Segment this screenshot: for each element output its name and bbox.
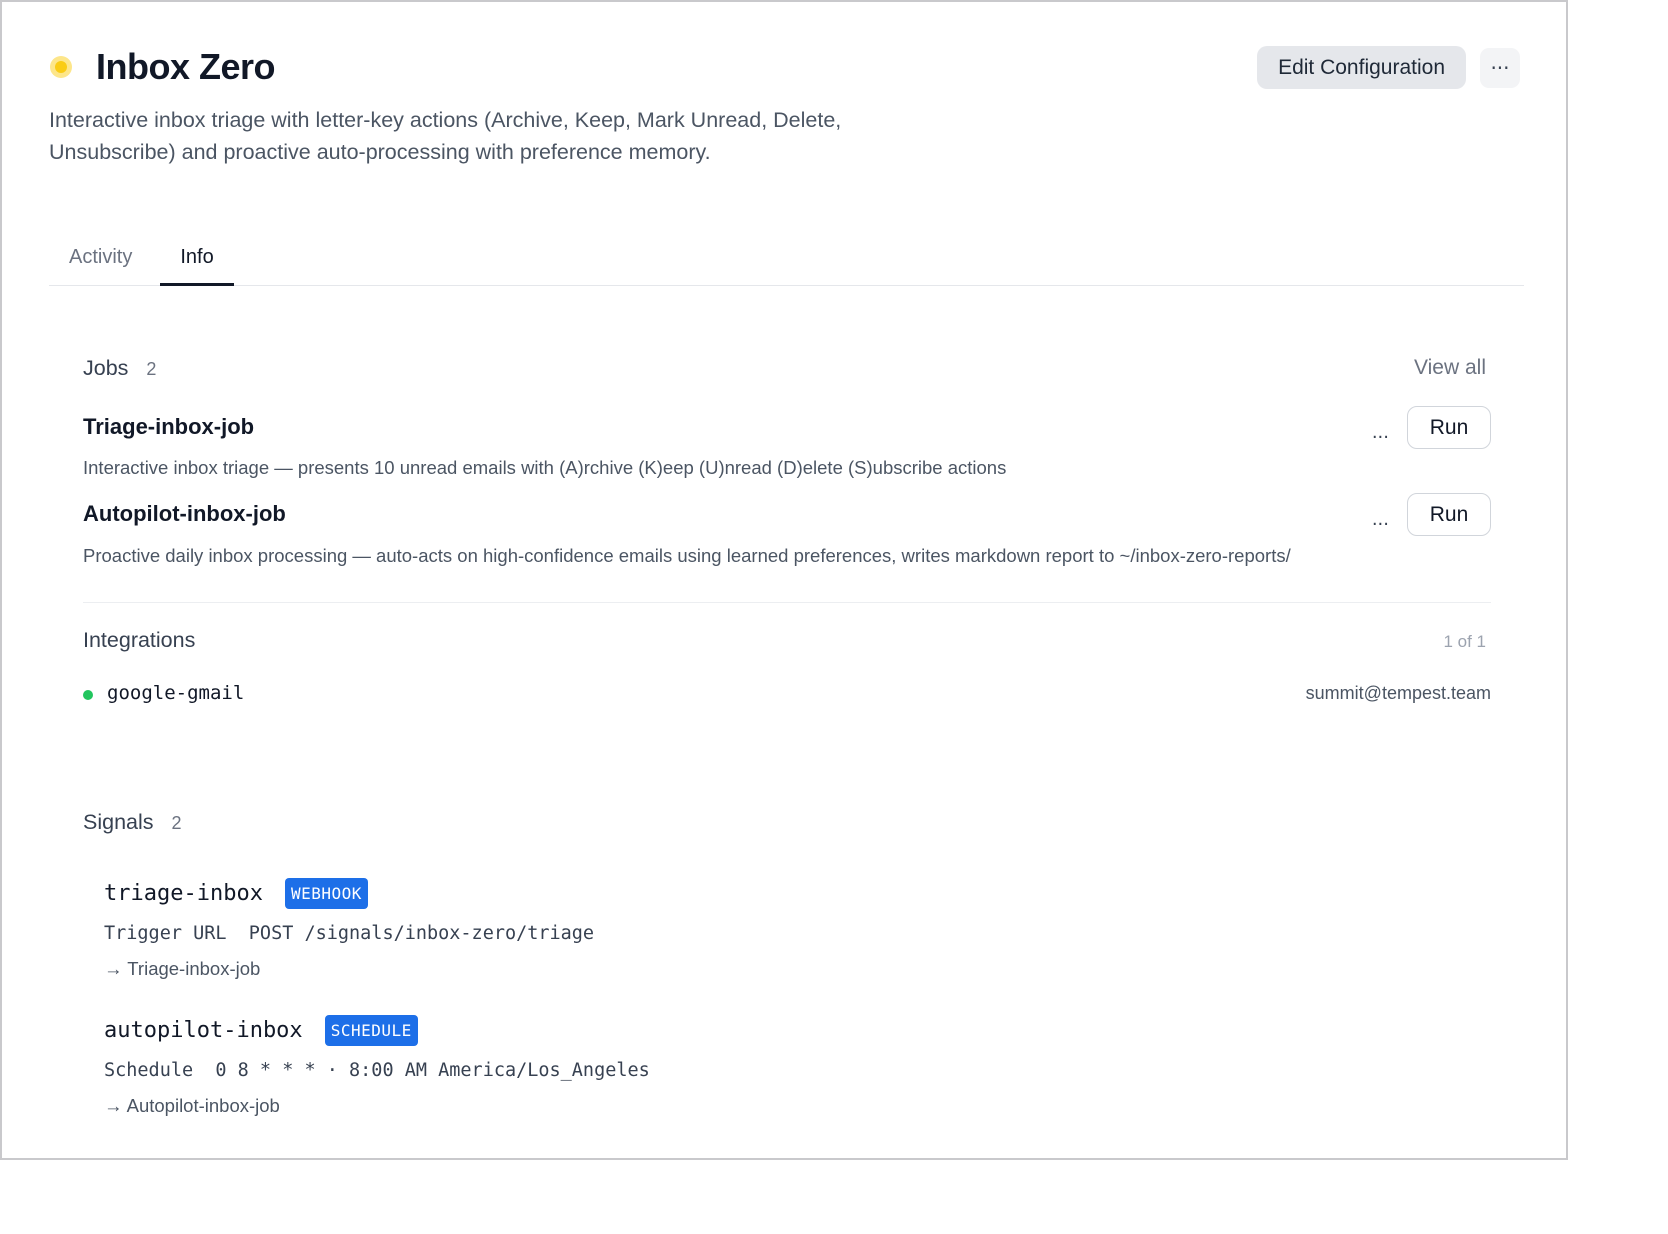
signal-item: triage-inbox WEBHOOK Trigger URL POST /s… bbox=[104, 878, 594, 980]
signal-type-badge: SCHEDULE bbox=[324, 1015, 418, 1046]
status-indicator-icon bbox=[50, 56, 72, 78]
tab-info[interactable]: Info bbox=[160, 234, 234, 286]
integration-account: summit@tempest.team bbox=[1305, 683, 1491, 703]
edit-configuration-button[interactable]: Edit Configuration bbox=[1257, 46, 1466, 89]
job-description: Interactive inbox triage — presents 10 u… bbox=[83, 457, 1007, 478]
integrations-section-header: Integrations bbox=[83, 628, 195, 653]
signal-name: triage-inbox bbox=[104, 881, 263, 906]
run-job-button[interactable]: Run bbox=[1407, 406, 1491, 449]
signal-name: autopilot-inbox bbox=[104, 1018, 303, 1043]
agent-header: Inbox Zero bbox=[50, 46, 276, 88]
integrations-pager: 1 of 1 bbox=[1443, 632, 1486, 651]
integration-item[interactable]: google-gmail summit@tempest.team bbox=[83, 682, 1491, 708]
job-description: Proactive daily inbox processing — auto-… bbox=[83, 545, 1291, 566]
page-title: Inbox Zero bbox=[96, 46, 276, 87]
signals-title: Signals bbox=[83, 810, 154, 834]
signals-section-header: Signals 2 bbox=[83, 810, 182, 835]
tab-bar: Activity Info bbox=[49, 234, 1524, 286]
agent-description: Interactive inbox triage with letter-key… bbox=[49, 108, 842, 164]
job-item: Autopilot-inbox-job ... Run Proactive da… bbox=[83, 493, 1491, 567]
job-name: Triage-inbox-job bbox=[83, 414, 255, 439]
jobs-title: Jobs bbox=[83, 356, 129, 380]
signal-target-job: → Autopilot-inbox-job bbox=[104, 1095, 280, 1116]
signal-trigger-url: Trigger URL POST /signals/inbox-zero/tri… bbox=[104, 923, 595, 944]
job-name: Autopilot-inbox-job bbox=[83, 501, 286, 526]
signals-count: 2 bbox=[171, 813, 182, 833]
run-job-button[interactable]: Run bbox=[1407, 493, 1491, 536]
header-actions: Edit Configuration ··· bbox=[1257, 46, 1520, 89]
view-all-jobs-link[interactable]: View all bbox=[1414, 356, 1486, 380]
integrations-title: Integrations bbox=[83, 628, 196, 652]
signal-schedule: Schedule 0 8 * * * · 8:00 AM America/Los… bbox=[104, 1060, 650, 1081]
more-options-button[interactable]: ··· bbox=[1480, 47, 1520, 88]
signal-target-job: → Triage-inbox-job bbox=[104, 958, 261, 979]
signal-item: autopilot-inbox SCHEDULE Schedule 0 8 * … bbox=[104, 1015, 650, 1117]
app-window: Inbox Zero Edit Configuration ··· Intera… bbox=[0, 0, 1568, 1160]
job-more-button[interactable]: ... bbox=[1372, 422, 1389, 443]
jobs-count: 2 bbox=[146, 359, 157, 379]
jobs-section-header: Jobs 2 bbox=[83, 356, 156, 381]
job-item: Triage-inbox-job ... Run Interactive inb… bbox=[83, 406, 1491, 478]
section-divider bbox=[83, 602, 1491, 603]
signal-type-badge: WEBHOOK bbox=[284, 878, 368, 909]
job-more-button[interactable]: ... bbox=[1372, 509, 1389, 530]
tab-activity[interactable]: Activity bbox=[49, 234, 152, 286]
connected-status-icon bbox=[83, 690, 93, 700]
integration-name: google-gmail bbox=[107, 682, 245, 704]
